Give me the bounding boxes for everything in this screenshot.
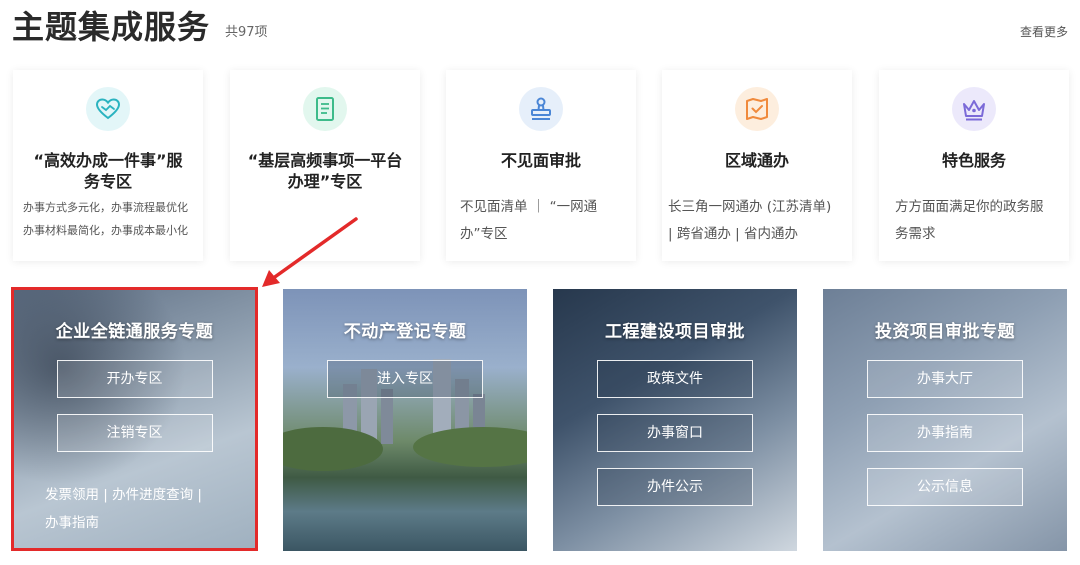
topic-panel-construction[interactable]: 工程建设项目审批 政策文件 办事窗口 办件公示: [553, 289, 797, 551]
stamp-icon: [519, 87, 563, 131]
card-description-line: 办”专区: [460, 226, 508, 242]
card-description: 不见面清单 ｜ “一网通 办”专区: [460, 194, 626, 248]
service-card-regional[interactable]: 区域通办 长三角一网通办 (江苏清单) | 跨省通办 | 省内通办: [662, 70, 852, 261]
card-description: 方方面面满足你的政务服 务需求: [895, 194, 1059, 248]
card-description-line: | 跨省通办 | 省内通办: [668, 226, 798, 242]
crown-icon: [952, 87, 996, 131]
card-title: 不见面审批: [500, 151, 581, 170]
topic-panel-investment[interactable]: 投资项目审批专题 办事大厅 办事指南 公示信息: [823, 289, 1067, 551]
enter-zone-button[interactable]: 进入专区: [327, 360, 483, 398]
panel-title: 工程建设项目审批: [605, 322, 745, 342]
section-header: 主题集成服务 共97项 查看更多: [0, 0, 1080, 60]
panel-title: 不动产登记专题: [343, 322, 467, 342]
service-hall-button[interactable]: 办事大厅: [867, 360, 1023, 398]
topic-panel-real-estate[interactable]: 不动产登记专题 进入专区: [283, 289, 527, 551]
card-title: 特色服务: [941, 151, 1006, 170]
service-guide-button[interactable]: 办事指南: [867, 414, 1023, 452]
document-list-icon: [303, 87, 347, 131]
cancel-business-zone-button[interactable]: 注销专区: [56, 414, 213, 452]
card-title: “高效办成一件事”服务专区: [33, 151, 183, 191]
view-more-link[interactable]: 查看更多: [1020, 23, 1068, 40]
service-card-efficient[interactable]: “高效办成一件事”服务专区 办事方式多元化，办事流程最优化 办事材料最简化，办事…: [13, 70, 203, 261]
topic-panel-enterprise[interactable]: 企业全链通服务专题 开办专区 注销专区 发票领用 | 办件进度查询 | 办事指南: [13, 289, 256, 551]
card-description-line: 方方面面满足你的政务服: [895, 199, 1044, 215]
panel-links[interactable]: 发票领用 | 办件进度查询 |: [45, 481, 202, 509]
section-title: 主题集成服务: [12, 8, 211, 46]
open-business-zone-button[interactable]: 开办专区: [56, 360, 213, 398]
card-description: 长三角一网通办 (江苏清单) | 跨省通办 | 省内通办: [668, 194, 848, 248]
panel-title: 企业全链通服务专题: [55, 322, 214, 342]
card-description: 办事方式多元化，办事流程最优化 办事材料最简化，办事成本最小化: [23, 196, 197, 242]
policy-documents-button[interactable]: 政策文件: [597, 360, 753, 398]
handshake-heart-icon: [86, 87, 130, 131]
service-card-grassroots[interactable]: “基层高频事项一平台办理”专区: [230, 70, 420, 261]
card-title: “基层高频事项一平台办理”专区: [247, 151, 403, 191]
map-check-icon: [735, 87, 779, 131]
card-description-line: 办事方式多元化，办事流程最优化: [23, 201, 188, 214]
service-card-no-meeting-approval[interactable]: 不见面审批 不见面清单 ｜ “一网通 办”专区: [446, 70, 636, 261]
public-info-button[interactable]: 公示信息: [867, 468, 1023, 506]
case-publicity-button[interactable]: 办件公示: [597, 468, 753, 506]
card-title: 区域通办: [724, 151, 789, 170]
card-description-line: 务需求: [895, 226, 936, 242]
service-window-button[interactable]: 办事窗口: [597, 414, 753, 452]
service-card-featured[interactable]: 特色服务 方方面面满足你的政务服 务需求: [879, 70, 1069, 261]
card-description-line: 不见面清单 ｜ “一网通: [460, 199, 598, 215]
panel-links[interactable]: 办事指南: [45, 509, 99, 537]
card-description-line: 办事材料最简化，办事成本最小化: [23, 224, 188, 237]
panel-title: 投资项目审批专题: [875, 322, 1015, 342]
card-description-line: 长三角一网通办 (江苏清单): [668, 199, 832, 215]
item-count: 共97项: [225, 25, 268, 40]
